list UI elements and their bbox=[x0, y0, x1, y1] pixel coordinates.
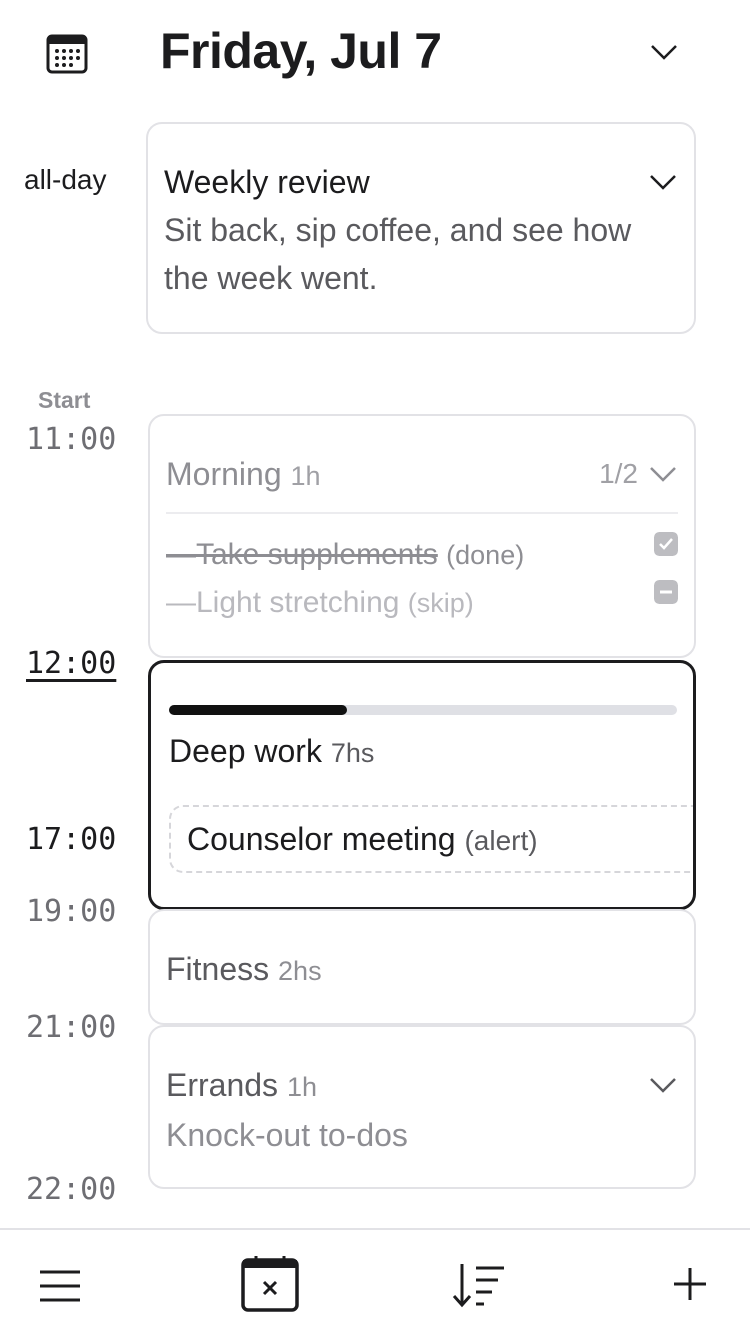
time-label: 17:00 bbox=[26, 822, 117, 857]
time-label: 11:00 bbox=[26, 422, 117, 457]
errands-title: Errands 1h bbox=[166, 1067, 317, 1104]
event-duration: 1h bbox=[286, 1072, 317, 1102]
checkbox-skip-icon[interactable] bbox=[654, 580, 678, 604]
calendar-grid-icon[interactable] bbox=[46, 32, 88, 74]
page-title[interactable]: Friday, Jul 7 bbox=[160, 22, 442, 80]
allday-label: all-day bbox=[24, 164, 107, 195]
menu-icon[interactable] bbox=[38, 1264, 82, 1308]
sub-event-title: Counselor meeting (alert) bbox=[187, 821, 538, 858]
fitness-title: Fitness 2hs bbox=[166, 951, 322, 988]
sort-icon[interactable] bbox=[450, 1260, 508, 1310]
sub-event-card[interactable]: Counselor meeting (alert) bbox=[169, 805, 693, 873]
current-time-label: 12:00 bbox=[26, 646, 117, 681]
task-item[interactable]: —Take supplements (done) bbox=[166, 538, 524, 572]
errands-description: Knock-out to-dos bbox=[166, 1117, 408, 1153]
event-duration: 7hs bbox=[330, 738, 375, 768]
deep-work-title: Deep work 7hs bbox=[169, 733, 374, 770]
calendar-x-icon[interactable] bbox=[240, 1254, 300, 1314]
plus-icon[interactable] bbox=[672, 1266, 708, 1302]
task-status-note: (skip) bbox=[407, 588, 474, 618]
routine-duration: 1h bbox=[290, 461, 321, 491]
deep-work-card[interactable]: Deep work 7hs Counselor meeting (alert) bbox=[148, 660, 696, 910]
time-label: 19:00 bbox=[26, 894, 117, 929]
chevron-down-icon[interactable] bbox=[648, 1075, 678, 1095]
task-label: —Light stretching bbox=[166, 586, 400, 619]
task-status-note: (done) bbox=[446, 540, 525, 570]
task-label: —Take supplements bbox=[166, 538, 438, 571]
time-label: 22:00 bbox=[26, 1172, 117, 1207]
morning-title: Morning 1h bbox=[166, 456, 321, 493]
fitness-card[interactable]: Fitness 2hs bbox=[148, 909, 696, 1025]
errands-card[interactable]: Errands 1h Knock-out to-dos bbox=[148, 1025, 696, 1189]
allday-event-description-1: Sit back, sip coffee, and see how bbox=[164, 212, 632, 248]
routine-progress-count: 1/2 bbox=[599, 458, 638, 489]
morning-routine-card[interactable]: Morning 1h 1/2 —Take supplements (done) … bbox=[148, 414, 696, 658]
event-duration: 2hs bbox=[278, 956, 322, 986]
event-title: Errands bbox=[166, 1067, 279, 1103]
progress-fill bbox=[169, 705, 347, 715]
chevron-down-icon[interactable] bbox=[648, 172, 678, 192]
event-title: Deep work bbox=[169, 733, 322, 769]
routine-title: Morning bbox=[166, 456, 282, 492]
checkbox-checked-icon[interactable] bbox=[654, 532, 678, 556]
time-label: 21:00 bbox=[26, 1010, 117, 1045]
progress-bar bbox=[169, 705, 677, 715]
event-title: Fitness bbox=[166, 951, 270, 987]
start-label: Start bbox=[38, 387, 91, 413]
allday-event-title: Weekly review bbox=[164, 164, 370, 200]
allday-event-description-2: the week went. bbox=[164, 260, 378, 296]
sub-event-note: (alert) bbox=[464, 825, 538, 856]
divider bbox=[166, 512, 678, 514]
task-item[interactable]: —Light stretching (skip) bbox=[166, 586, 474, 620]
bottom-toolbar bbox=[0, 1228, 750, 1334]
sub-event-name: Counselor meeting bbox=[187, 821, 456, 857]
chevron-down-icon[interactable] bbox=[648, 40, 680, 64]
allday-event-card[interactable]: Weekly review Sit back, sip coffee, and … bbox=[146, 122, 696, 334]
chevron-down-icon[interactable] bbox=[648, 464, 678, 484]
